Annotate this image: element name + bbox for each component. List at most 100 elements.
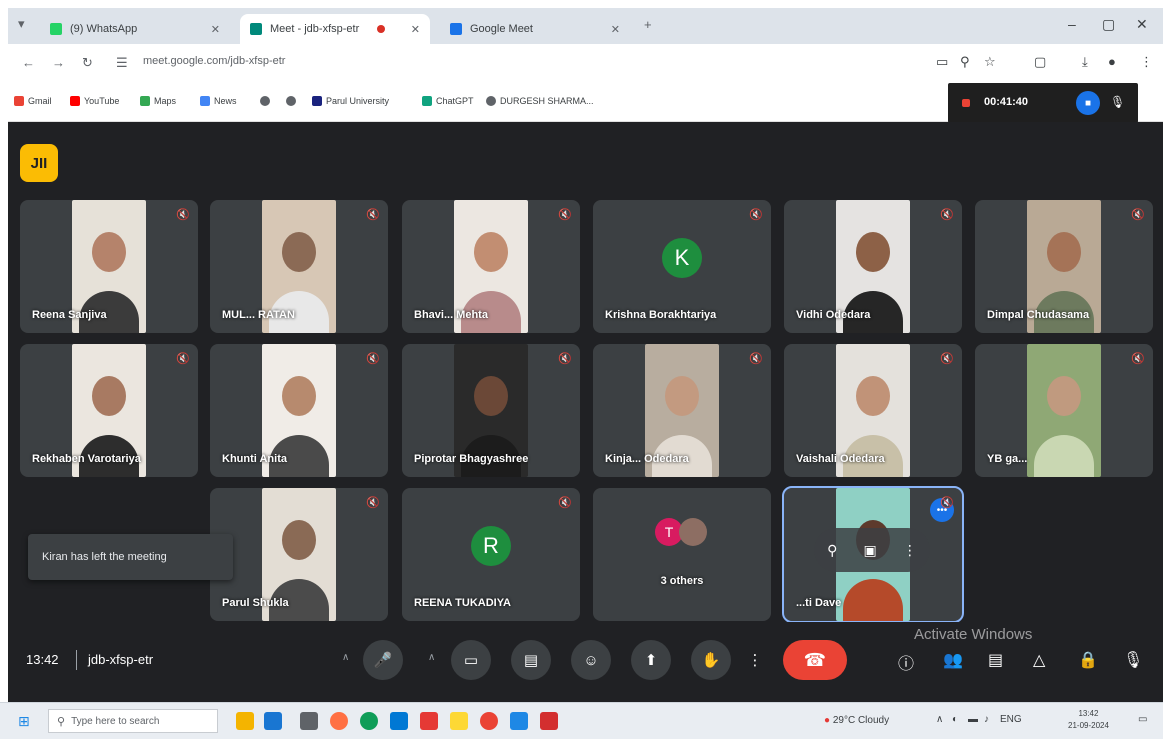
recording-status-icon[interactable]: 🎙: [1123, 650, 1143, 670]
download-icon[interactable]: ⤓: [1082, 54, 1088, 70]
chrome-icon[interactable]: [480, 712, 498, 730]
close-tab-icon[interactable]: ✕: [203, 23, 220, 36]
tab-label: (9) WhatsApp: [70, 23, 138, 35]
mic-off-icon: 🔇: [176, 209, 190, 221]
participant-tile[interactable]: T 3 others: [593, 488, 771, 621]
close-tab-icon[interactable]: ✕: [603, 23, 620, 36]
bookmark-parul[interactable]: Parul University: [312, 96, 389, 106]
tab-whatsapp[interactable]: (9) WhatsApp ✕: [40, 14, 230, 44]
video-options-chevron-icon[interactable]: ∧: [428, 652, 435, 663]
host-controls-icon[interactable]: 🔒: [1078, 650, 1098, 670]
tile-hover-controls[interactable]: ⚲ ▣ ⋮: [814, 528, 930, 572]
participant-tile[interactable]: 🔇 Dimpal Chudasama: [975, 200, 1153, 333]
tray-chevron-icon[interactable]: ∧: [936, 714, 943, 725]
participant-tile[interactable]: 🔇 Parul Shukla: [210, 488, 388, 621]
present-button[interactable]: ⬆: [631, 640, 671, 680]
tab-meet[interactable]: Meet - jdb-xfsp-etr ✕: [240, 14, 430, 44]
participant-tile[interactable]: 🔇 Reena Sanjiva: [20, 200, 198, 333]
youtube-icon: [70, 96, 80, 106]
address-bar: ← → ↻ ☰ meet.google.com/jdb-xfsp-etr ▭ ⚲…: [8, 44, 1163, 82]
cast-icon[interactable]: ▭: [936, 54, 948, 70]
bookmark-gmail[interactable]: Gmail: [14, 96, 52, 106]
mic-off-icon: 🔇: [558, 209, 572, 221]
bookmark-star-icon[interactable]: ☆: [984, 54, 996, 70]
edge-icon[interactable]: [360, 712, 378, 730]
bookmark-chatgpt[interactable]: ChatGPT: [422, 96, 474, 106]
reactions-button[interactable]: ☺: [571, 640, 611, 680]
bookmark-maps[interactable]: Maps: [140, 96, 176, 106]
pin-icon[interactable]: ⚲: [827, 542, 837, 559]
close-tab-icon[interactable]: ✕: [403, 23, 420, 36]
app-icon[interactable]: [420, 712, 438, 730]
zoom-icon[interactable]: ⚲: [960, 54, 970, 70]
windows-start-icon[interactable]: ⊞: [18, 713, 30, 730]
back-icon[interactable]: ←: [22, 55, 35, 70]
forward-icon[interactable]: →: [52, 55, 65, 70]
participant-face: [282, 232, 316, 272]
info-icon[interactable]: ⓘ: [898, 650, 914, 674]
new-tab-icon[interactable]: +: [644, 17, 652, 32]
audio-options-chevron-icon[interactable]: ∧: [342, 652, 349, 663]
firefox-icon[interactable]: [330, 712, 348, 730]
activities-icon[interactable]: △: [1033, 650, 1045, 670]
participant-tile[interactable]: 🔇 Vaishali Odedara: [784, 344, 962, 477]
participant-tile[interactable]: 🔇 YB ga...: [975, 344, 1153, 477]
participant-tile[interactable]: 🔇 Kinja... Odedara: [593, 344, 771, 477]
microphone-button[interactable]: 🎤: [363, 640, 403, 680]
widgets-icon[interactable]: [236, 712, 254, 730]
notification-icon[interactable]: ▭: [1138, 714, 1147, 725]
network-icon[interactable]: ◐: [952, 714, 958, 725]
battery-icon[interactable]: ▬: [968, 714, 978, 725]
word-icon[interactable]: [510, 712, 528, 730]
participant-name: Bhavi... Mehta: [414, 309, 488, 321]
profile-icon[interactable]: ●: [1108, 54, 1116, 69]
camera-button[interactable]: ▭: [451, 640, 491, 680]
pin-icon[interactable]: [540, 712, 558, 730]
raise-hand-button[interactable]: ✋: [691, 640, 731, 680]
participant-tile[interactable]: R 🔇 REENA TUKADIYA: [402, 488, 580, 621]
volume-icon[interactable]: ♪: [984, 714, 989, 725]
news-icon: [200, 96, 210, 106]
participant-tile[interactable]: 🔇 Piprotar Bhagyashree: [402, 344, 580, 477]
taskbar-search[interactable]: ⚲ Type here to search: [48, 709, 218, 733]
url-field[interactable]: meet.google.com/jdb-xfsp-etr: [143, 55, 285, 67]
participant-tile[interactable]: 🔇 Bhavi... Mehta: [402, 200, 580, 333]
maximize-button[interactable]: ▢: [1102, 16, 1115, 33]
participant-tile[interactable]: K 🔇 Krishna Borakhtariya: [593, 200, 771, 333]
menu-icon[interactable]: ⋮: [1140, 54, 1153, 70]
participant-tile[interactable]: 🔇 Rekhaben Varotariya: [20, 344, 198, 477]
extensions-icon[interactable]: ▢: [1034, 54, 1046, 70]
participant-tile[interactable]: 🔇 Khunti Anita: [210, 344, 388, 477]
weather-widget[interactable]: ● 29°C Cloudy: [824, 715, 889, 726]
more-options-button[interactable]: ⋮: [742, 640, 768, 680]
reload-icon[interactable]: ↻: [82, 55, 93, 71]
file-explorer-icon[interactable]: [450, 712, 468, 730]
participant-tile[interactable]: 🔇 MUL... RATAN: [210, 200, 388, 333]
mic-icon[interactable]: 🎙: [1110, 95, 1125, 109]
leave-call-button[interactable]: ☎: [783, 640, 847, 680]
people-icon[interactable]: 👥: [943, 650, 963, 670]
store-icon[interactable]: [390, 712, 408, 730]
bookmark-globe-1[interactable]: [260, 96, 274, 106]
bookmark-durgesh[interactable]: DURGESH SHARMA...: [486, 96, 594, 106]
stop-recording-button[interactable]: ■: [1076, 91, 1100, 115]
participant-tile[interactable]: ⚲ ▣ ⋮ ••• 🔇 ...ti Dave: [782, 486, 964, 623]
taskbar-clock[interactable]: 13:42 21-09-2024: [1068, 708, 1109, 732]
language-indicator[interactable]: ENG: [1000, 714, 1022, 725]
people-app-icon[interactable]: [264, 712, 282, 730]
bookmark-youtube[interactable]: YouTube: [70, 96, 119, 106]
bookmark-globe-2[interactable]: [286, 96, 300, 106]
chat-icon[interactable]: ▤: [988, 650, 1003, 670]
minimize-button[interactable]: –: [1068, 16, 1076, 32]
task-view-icon[interactable]: [300, 712, 318, 730]
tab-search-icon[interactable]: ▾: [18, 16, 25, 32]
tab-label: Meet - jdb-xfsp-etr: [270, 23, 360, 35]
captions-button[interactable]: ▤: [511, 640, 551, 680]
bookmark-news[interactable]: News: [200, 96, 237, 106]
close-window-button[interactable]: ✕: [1136, 16, 1148, 33]
more-vert-icon[interactable]: ⋮: [903, 542, 917, 559]
tab-google-meet[interactable]: Google Meet ✕: [440, 14, 630, 44]
site-info-icon[interactable]: ☰: [116, 55, 128, 71]
fullscreen-icon[interactable]: ▣: [864, 542, 877, 559]
participant-tile[interactable]: 🔇 Vidhi Odedara: [784, 200, 962, 333]
